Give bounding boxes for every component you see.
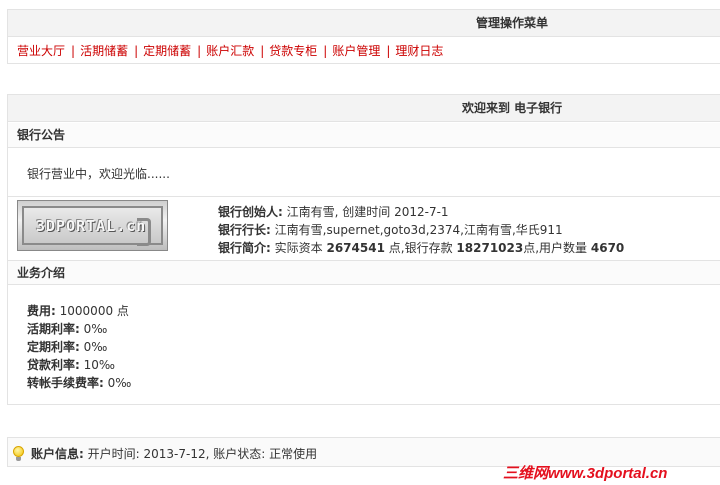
menu-link-fixed-savings[interactable]: 定期储蓄 [143,44,191,58]
business-fee-row: 费用: 1000000 点 [27,302,129,320]
business-loan-rate-row: 贷款利率: 10‰ [27,356,115,374]
business-label: 转帐手续费率: [27,376,104,390]
logo-notch-decoration [137,218,151,246]
president-row: 银行行长: 江南有雪,supernet,goto3d,2374,江南有雪,华氏9… [218,221,563,239]
lightbulb-icon [12,445,25,462]
menu-separator: | [71,44,76,58]
menu-title: 管理操作菜单 [476,16,549,30]
logo-text: 3DPORTAL.cn [36,216,147,235]
account-info-value: 开户时间: 2013-7-12, 账户状态: 正常使用 [87,447,318,461]
divider [8,196,720,197]
welcome-title: 欢迎来到 电子银行 [462,101,563,115]
intro-users-text: 点,用户数量 [523,241,588,255]
founder-value: 江南有雪, 创建时间 2012-7-1 [286,205,449,219]
menu-header: 管理操作菜单 [8,10,720,37]
bank-logo: 3DPORTAL.cn [17,200,168,251]
menu-separator: | [197,44,202,58]
menu-separator: | [323,44,328,58]
business-current-rate-row: 活期利率: 0‰ [27,320,107,338]
business-label: 活期利率: [27,322,80,336]
menu-link-account-management[interactable]: 账户管理 [332,44,380,58]
site-watermark: 三维网www.3dportal.cn [503,465,668,482]
founder-label: 银行创始人: [218,205,283,219]
menu-link-loans[interactable]: 贷款专柜 [269,44,317,58]
menu-separator: | [386,44,391,58]
intro-label: 银行简介: [218,241,271,255]
business-label: 费用: [27,304,56,318]
welcome-header: 欢迎来到 电子银行 [8,95,720,122]
business-fixed-rate-row: 定期利率: 0‰ [27,338,107,356]
intro-users-value: 4670 [590,241,625,255]
menu-panel: 管理操作菜单 营业大厅 | 活期储蓄 | 定期储蓄 | 账户汇款 | 贷款专柜 | 账户管理 | 理财日… [7,9,720,64]
business-value: 0‰ [83,340,108,354]
business-value: 10‰ [83,358,116,372]
menu-link-hall[interactable]: 营业大厅 [17,44,65,58]
business-header: 业务介绍 [8,260,720,285]
notice-text: 银行营业中，欢迎光临...... [27,167,170,181]
logo-plate: 3DPORTAL.cn [22,206,163,246]
menu-links: 营业大厅 | 活期储蓄 | 定期储蓄 | 账户汇款 | 贷款专柜 | 账户管理 | 理财日志 [17,42,443,59]
intro-capital-text: 实际资本 [274,241,323,255]
menu-separator: | [134,44,139,58]
business-transfer-fee-row: 转帐手续费率: 0‰ [27,374,131,392]
intro-capital-value: 2674541 [326,241,385,255]
founder-row: 银行创始人: 江南有雪, 创建时间 2012-7-1 [218,203,449,221]
intro-deposit-text: 点,银行存款 [388,241,453,255]
business-value: 0‰ [83,322,108,336]
intro-deposit-value: 18271023 [456,241,524,255]
business-value: 1000000 点 [59,304,129,318]
menu-link-current-savings[interactable]: 活期储蓄 [80,44,128,58]
intro-row: 银行简介: 实际资本 2674541 点,银行存款 18271023点,用户数量… [218,239,624,257]
account-info-row: 账户信息: 开户时间: 2013-7-12, 账户状态: 正常使用 [12,445,317,462]
business-value: 0‰ [107,376,132,390]
business-label: 贷款利率: [27,358,80,372]
account-info-label: 账户信息: [31,447,84,461]
menu-link-remittance[interactable]: 账户汇款 [206,44,254,58]
notice-header: 银行公告 [8,123,720,148]
president-value: 江南有雪,supernet,goto3d,2374,江南有雪,华氏911 [274,223,563,237]
business-label: 定期利率: [27,340,80,354]
welcome-panel: 欢迎来到 电子银行 银行公告 银行营业中，欢迎光临...... 3DPORTAL… [7,94,720,405]
president-label: 银行行长: [218,223,271,237]
menu-link-finance-log[interactable]: 理财日志 [395,44,443,58]
menu-separator: | [260,44,265,58]
